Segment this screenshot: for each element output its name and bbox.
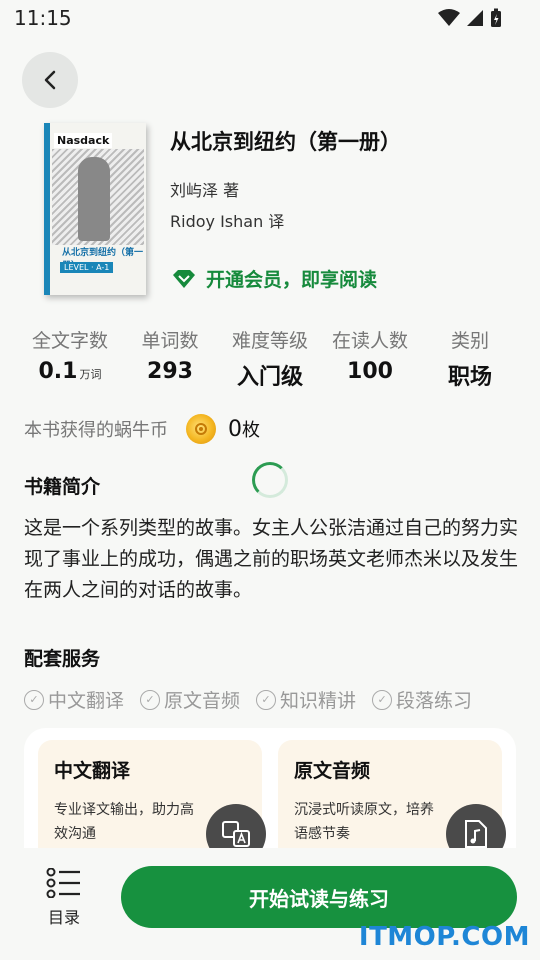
coin-count: 0枚 [228,416,260,442]
card-desc: 专业译文输出，助力高效沟通 [54,802,194,842]
service-tag: ✓ 知识精讲 [256,686,356,713]
wifi-icon [438,9,460,26]
service-tag: ✓ 段落练习 [372,686,472,713]
stat-value: 0.1 万词 [20,359,120,384]
card-title: 中文翻译 [54,760,131,782]
cover-brand: Nasdack [54,133,113,148]
card-desc: 沉浸式听读原文，培养语感节奏 [294,802,434,842]
service-tag-label: 段落练习 [396,690,473,712]
start-reading-button[interactable]: 开始试读与练习 [121,866,517,928]
stat-value: 入门级 [236,365,303,390]
stat-label: 难度等级 [231,330,308,352]
check-circle-icon: ✓ [24,689,44,710]
status-icons [438,8,502,28]
stat-difficulty: 难度等级 入门级 [220,326,320,391]
cover-figure [78,157,110,241]
book-translator: Ridoy Ishan 译 [170,212,285,231]
book-cover: Nasdack 从北京到纽约（第一册） LEVEL · A-1 [44,123,146,295]
book-author: 刘屿泽 著 [170,181,240,200]
book-stats: 全文字数 0.1 万词 单词数 293 难度等级 入门级 在读人数 100 类别 … [20,326,520,391]
service-tag-label: 知识精讲 [280,690,357,712]
stat-category: 类别 职场 [420,326,520,391]
toc-button[interactable]: 目录 [40,867,88,928]
stat-number: 0.1 [38,359,78,384]
intro-title: 书籍简介 [24,476,101,498]
service-tag: ✓ 原文音频 [140,686,240,713]
service-card-translation[interactable]: 中文翻译 专业译文输出，助力高效沟通 [38,740,266,848]
stat-label: 类别 [450,330,489,352]
check-circle-icon: ✓ [256,689,277,710]
vip-label: 开通会员，即享阅读 [206,269,378,291]
status-time: 11:15 [14,6,72,30]
signal-icon [467,10,483,26]
stat-value: 100 [347,359,393,384]
service-tag-label: 中文翻译 [48,690,125,712]
back-button[interactable] [22,52,78,108]
coin-label: 本书获得的蜗牛币 [24,420,168,441]
stat-unit: 万词 [79,368,102,381]
watermark: ITMOP.COM [358,922,530,952]
battery-icon [491,8,501,27]
audio-file-icon [446,804,506,848]
coin-row: 本书获得的蜗牛币 0枚 [24,414,260,444]
check-circle-icon: ✓ [372,689,393,710]
coin-unit: 枚 [242,420,260,441]
services-title: 配套服务 [24,648,101,670]
stat-value: 293 [147,359,193,384]
stat-readers: 在读人数 100 [320,326,420,391]
intro-text: 这是一个系列类型的故事。女主人公张洁通过自己的努力实现了事业上的成功，偶遇之前的… [24,517,519,601]
service-card-audio[interactable]: 原文音频 沉浸式听读原文，培养语感节奏 [278,740,506,848]
list-icon [46,867,80,899]
snail-coin-icon [186,414,216,444]
book-title: 从北京到纽约（第一册） [170,130,401,154]
translate-icon [206,804,266,848]
stat-word-count: 全文字数 0.1 万词 [20,326,120,391]
check-circle-icon: ✓ [140,689,161,710]
card-title: 原文音频 [294,760,371,782]
service-tag-label: 原文音频 [164,690,241,712]
cover-level: LEVEL · A-1 [60,262,114,273]
stat-label: 在读人数 [331,330,408,352]
diamond-icon [173,269,195,288]
chevron-left-icon [44,70,56,90]
stat-label: 全文字数 [31,330,108,352]
stat-value: 职场 [447,365,492,390]
service-cards: 中文翻译 专业译文输出，助力高效沟通 原文音频 沉浸式听读原文，培养语感节奏 [24,728,516,848]
toc-label: 目录 [47,908,80,927]
stat-vocab: 单词数 293 [120,326,220,391]
service-tags: ✓ 中文翻译 ✓ 原文音频 ✓ 知识精讲 ✓ 段落练习 [24,686,472,713]
vip-link[interactable]: 开通会员，即享阅读 [172,265,377,292]
stat-label: 单词数 [141,330,199,352]
service-tag: ✓ 中文翻译 [24,686,124,713]
loading-spinner [252,462,288,498]
coin-number: 0 [228,417,242,442]
